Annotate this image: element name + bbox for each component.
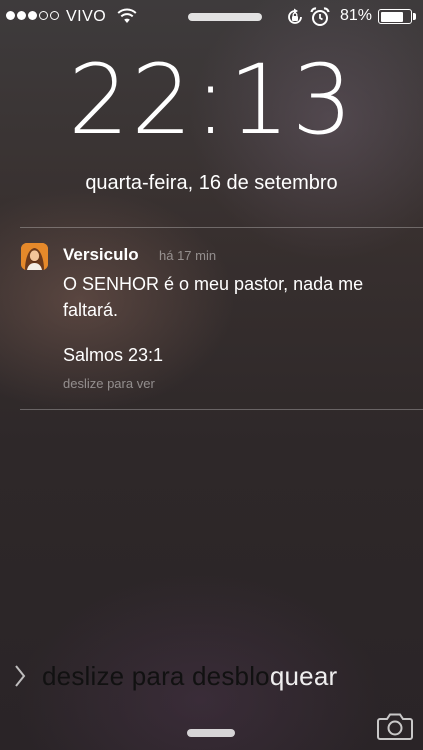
battery-level-fill <box>380 11 404 22</box>
notification-message: O SENHOR é o meu pastor, nada me faltará… <box>63 274 364 320</box>
signal-dot <box>28 11 37 20</box>
camera-icon[interactable] <box>377 712 413 740</box>
notification-center-grabber[interactable] <box>188 13 262 21</box>
slide-to-unlock-text: deslize para desblo <box>42 661 270 691</box>
signal-dot <box>6 11 15 20</box>
carrier-name: VIVO <box>66 8 107 25</box>
lock-screen: VIVO 81% 22:13 quarta-feira, 16 de setem… <box>0 0 423 750</box>
battery-percentage: 81% <box>340 7 373 24</box>
notification-app-name: Versiculo <box>63 245 139 264</box>
battery-icon <box>378 9 412 24</box>
jesus-portrait-icon <box>21 243 48 270</box>
battery-terminal <box>413 13 416 20</box>
chevron-right-icon <box>15 665 26 687</box>
signal-dot <box>17 11 26 20</box>
notification-reference: Salmos 23:1 <box>63 345 164 365</box>
notification-timestamp: há 17 min <box>159 248 217 263</box>
signal-dot <box>39 11 48 20</box>
notification-slide-hint: deslize para ver <box>63 376 155 391</box>
lock-clock: 22:13 <box>68 44 355 156</box>
control-center-grabber[interactable] <box>187 729 235 737</box>
signal-strength-icon <box>6 11 59 20</box>
slide-to-unlock[interactable]: deslize para desbloquear <box>42 661 337 692</box>
lock-date: quarta-feira, 16 de setembro <box>85 172 338 194</box>
status-bar: VIVO 81% <box>0 0 423 34</box>
notification-top-divider <box>20 227 423 228</box>
wifi-icon <box>117 8 137 23</box>
notification-bottom-divider <box>20 409 423 410</box>
rotation-lock-icon <box>288 8 302 24</box>
signal-dot <box>50 11 59 20</box>
slide-to-unlock-shimmer: quear <box>269 661 338 691</box>
alarm-icon <box>310 7 330 26</box>
